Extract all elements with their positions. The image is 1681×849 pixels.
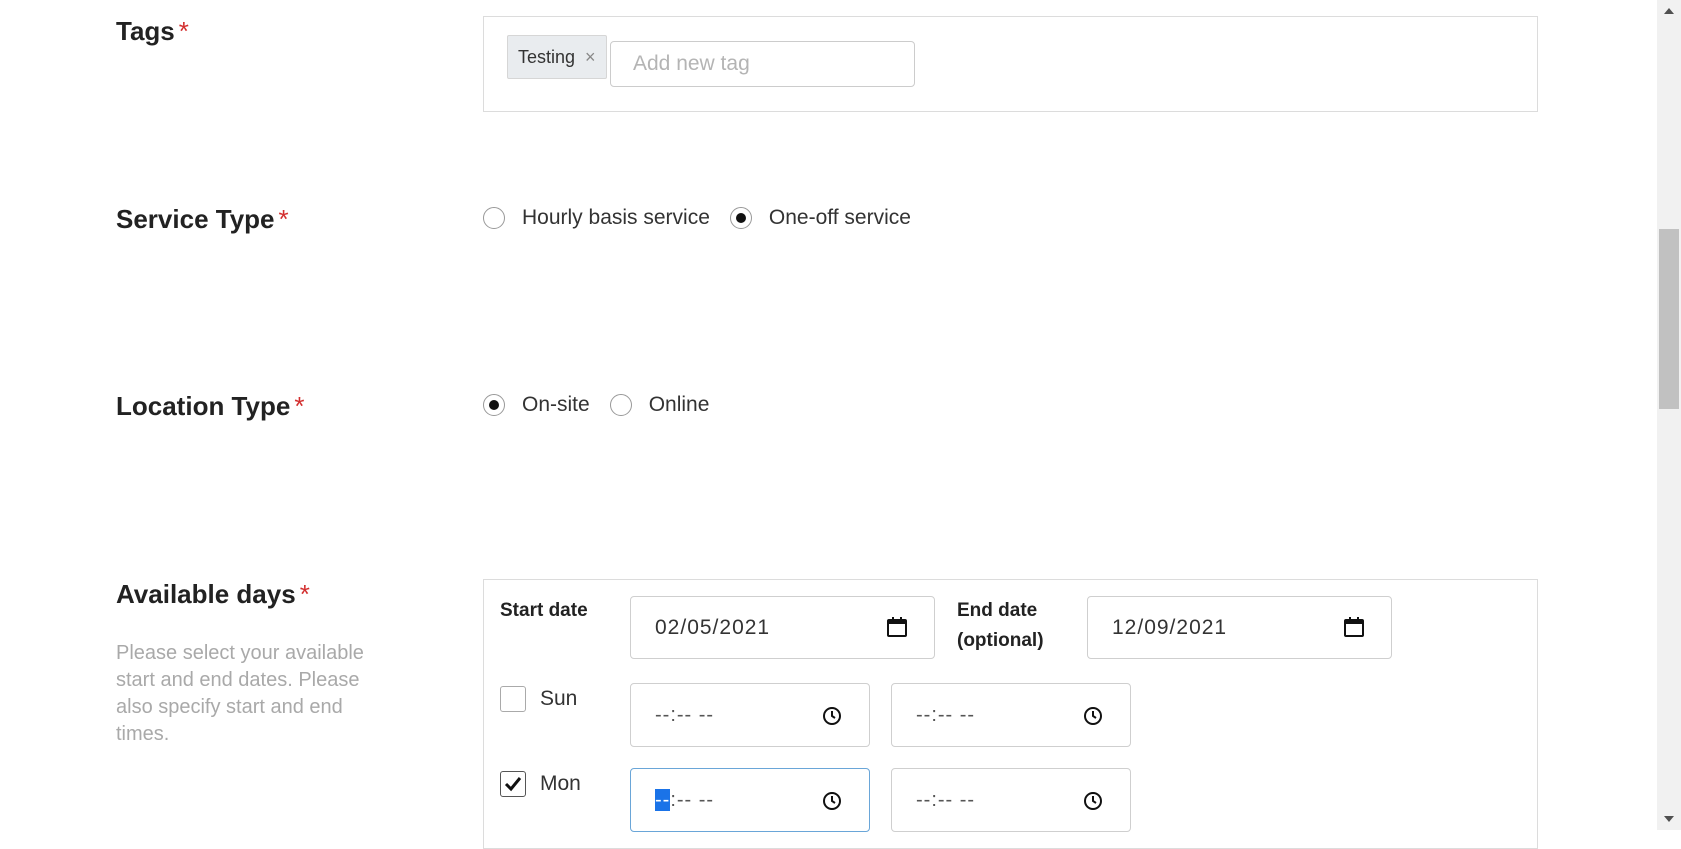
- service-form: Tags* Testing × Service Type* Hourly bas…: [0, 0, 1657, 849]
- end-date-label: End date (optional): [957, 600, 1044, 651]
- radio-hourly-service[interactable]: Hourly basis service: [483, 206, 710, 230]
- tag-chip-label: Testing: [518, 46, 576, 67]
- radio-button-selected[interactable]: [729, 207, 752, 229]
- tags-box: Testing ×: [483, 16, 1538, 112]
- calendar-icon[interactable]: [1342, 615, 1366, 639]
- available-days-box: Start date 02/05/2021 End date (optional…: [483, 579, 1538, 849]
- mon-start-time-value: --:-- --: [655, 788, 715, 811]
- tags-label-col: Tags *: [116, 16, 406, 47]
- vertical-scrollbar[interactable]: [1657, 0, 1681, 830]
- end-date-input[interactable]: 12/09/2021: [1087, 596, 1392, 659]
- start-date-value: 02/05/2021: [655, 615, 771, 639]
- mon-checkbox[interactable]: [500, 771, 526, 797]
- service-type-label-col: Service Type *: [116, 204, 406, 235]
- scroll-down-arrow-icon[interactable]: [1657, 810, 1681, 828]
- sun-end-time-input[interactable]: --:-- --: [891, 683, 1131, 747]
- mon-start-time-input[interactable]: --:-- --: [630, 768, 870, 832]
- radio-button[interactable]: [483, 207, 505, 229]
- location-type-label: Location Type *: [116, 391, 305, 421]
- location-type-label-col: Location Type *: [116, 391, 406, 422]
- scroll-up-arrow-icon[interactable]: [1657, 2, 1681, 20]
- clock-icon[interactable]: [821, 705, 843, 727]
- sun-label: Sun: [540, 687, 578, 710]
- clock-icon[interactable]: [1082, 790, 1104, 812]
- add-tag-input[interactable]: [610, 41, 915, 87]
- sun-start-time-input[interactable]: --:-- --: [630, 683, 870, 747]
- sun-checkbox[interactable]: [500, 686, 526, 712]
- mon-end-time-input[interactable]: --:-- --: [891, 768, 1131, 832]
- remove-tag-icon[interactable]: ×: [585, 47, 596, 68]
- tag-chip: Testing ×: [507, 35, 607, 79]
- start-date-input[interactable]: 02/05/2021: [630, 596, 935, 659]
- required-asterisk: *: [178, 16, 189, 46]
- clock-icon[interactable]: [821, 790, 843, 812]
- radio-button[interactable]: [609, 394, 632, 416]
- mon-label: Mon: [540, 772, 581, 795]
- service-type-options: Hourly basis service One-off service: [483, 206, 931, 230]
- required-asterisk: *: [299, 579, 310, 609]
- available-days-help-text: Please select your available start and e…: [116, 642, 364, 745]
- scrollbar-thumb[interactable]: [1659, 229, 1679, 409]
- sun-start-time-value: --:-- --: [655, 703, 715, 726]
- selected-hour-segment[interactable]: --: [655, 788, 671, 811]
- end-date-value: 12/09/2021: [1112, 615, 1228, 639]
- location-type-options: On-site Online: [483, 393, 729, 417]
- radio-on-site[interactable]: On-site: [483, 393, 590, 417]
- required-asterisk: *: [278, 204, 289, 234]
- available-days-label: Available days *: [116, 579, 310, 609]
- tags-label: Tags *: [116, 16, 189, 46]
- sun-end-time-value: --:-- --: [916, 703, 976, 726]
- required-asterisk: *: [294, 391, 305, 421]
- available-days-label-col: Available days * Please select your avail…: [116, 579, 406, 748]
- mon-end-time-value: --:-- --: [916, 788, 976, 811]
- start-date-label: Start date: [500, 600, 588, 621]
- calendar-icon[interactable]: [885, 615, 909, 639]
- service-type-label: Service Type *: [116, 204, 289, 234]
- check-icon: [504, 777, 522, 792]
- radio-online[interactable]: Online: [609, 393, 709, 417]
- clock-icon[interactable]: [1082, 705, 1104, 727]
- radio-one-off-service[interactable]: One-off service: [729, 206, 911, 230]
- radio-button-selected[interactable]: [483, 394, 505, 416]
